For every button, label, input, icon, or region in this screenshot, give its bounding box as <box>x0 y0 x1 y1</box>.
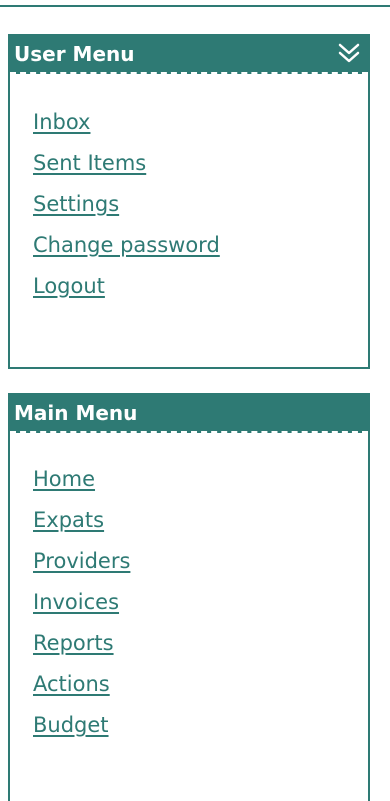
list-item: Reports <box>33 623 368 664</box>
double-chevron-down-icon[interactable] <box>338 41 360 65</box>
main-menu-home-link[interactable]: Home <box>33 467 95 491</box>
user-menu-logout-link[interactable]: Logout <box>33 274 105 298</box>
list-item: Sent Items <box>33 143 368 184</box>
list-item: Budget <box>33 705 368 746</box>
list-item: Change password <box>33 225 368 266</box>
list-item: Logout <box>33 266 368 307</box>
list-item: Inbox <box>33 102 368 143</box>
user-menu-header: User Menu <box>10 36 368 74</box>
main-menu-reports-link[interactable]: Reports <box>33 631 114 655</box>
main-menu-expats-link[interactable]: Expats <box>33 508 104 532</box>
list-item: Settings <box>33 184 368 225</box>
main-menu-panel: Main Menu Home Expats Providers Invoices… <box>8 393 370 801</box>
list-item: Actions <box>33 664 368 705</box>
list-item: Invoices <box>33 582 368 623</box>
main-menu-actions-link[interactable]: Actions <box>33 672 110 696</box>
user-menu-inbox-link[interactable]: Inbox <box>33 110 90 134</box>
user-menu-list: Inbox Sent Items Settings Change passwor… <box>10 74 368 307</box>
user-menu-settings-link[interactable]: Settings <box>33 192 119 216</box>
list-item: Home <box>33 459 368 500</box>
page: User Menu Inbox Sent Items Settings Chan… <box>0 0 390 801</box>
user-menu-title: User Menu <box>14 42 135 66</box>
main-menu-title: Main Menu <box>14 401 138 425</box>
user-menu-change-password-link[interactable]: Change password <box>33 233 220 257</box>
main-menu-providers-link[interactable]: Providers <box>33 549 130 573</box>
main-menu-list: Home Expats Providers Invoices Reports A… <box>10 433 368 746</box>
main-menu-budget-link[interactable]: Budget <box>33 713 109 737</box>
list-item: Providers <box>33 541 368 582</box>
user-menu-sent-items-link[interactable]: Sent Items <box>33 151 146 175</box>
main-menu-invoices-link[interactable]: Invoices <box>33 590 119 614</box>
top-divider <box>0 0 390 7</box>
list-item: Expats <box>33 500 368 541</box>
user-menu-panel: User Menu Inbox Sent Items Settings Chan… <box>8 34 370 369</box>
main-menu-header: Main Menu <box>10 395 368 433</box>
